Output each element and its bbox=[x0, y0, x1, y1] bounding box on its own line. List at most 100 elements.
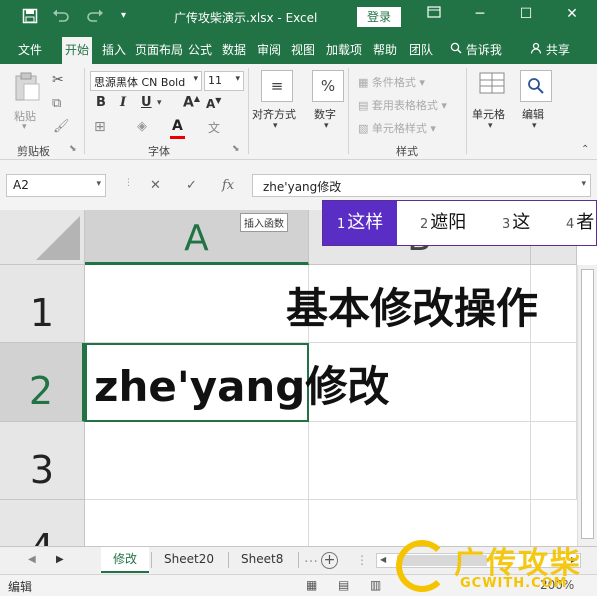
chevron-down-icon[interactable]: ▾ bbox=[273, 121, 278, 131]
page-layout-view-icon[interactable]: ▤ bbox=[338, 578, 349, 592]
alignment-icon[interactable]: ≡ bbox=[261, 70, 293, 102]
font-color-icon[interactable]: A bbox=[172, 118, 183, 134]
insert-function-icon[interactable]: fx bbox=[222, 178, 234, 193]
maximize-icon[interactable]: ☐ bbox=[512, 6, 540, 22]
cell-c2[interactable] bbox=[531, 343, 577, 422]
font-launcher-icon[interactable]: ⬊ bbox=[232, 144, 240, 154]
close-icon[interactable]: ✕ bbox=[558, 6, 586, 22]
login-button[interactable]: 登录 bbox=[357, 7, 401, 27]
font-color-swatch bbox=[170, 136, 185, 139]
collapse-ribbon-icon[interactable]: ⌃ bbox=[581, 144, 589, 155]
paste-icon[interactable] bbox=[12, 72, 42, 105]
underline-dropdown-icon[interactable]: ▾ bbox=[157, 98, 162, 108]
tab-team[interactable]: 团队 bbox=[409, 41, 433, 58]
tab-page-layout[interactable]: 页面布局 bbox=[135, 41, 183, 58]
sheet-tab-modify[interactable]: 修改 bbox=[101, 547, 150, 573]
border-icon[interactable]: ⊞ bbox=[94, 119, 106, 135]
select-all-button[interactable] bbox=[0, 210, 85, 265]
formula-input[interactable]: zhe'yang修改 ▾ bbox=[252, 174, 591, 197]
clipboard-group-label: 剪贴板 bbox=[17, 145, 50, 158]
italic-button[interactable]: I bbox=[120, 95, 126, 110]
share-button[interactable]: 共享 bbox=[530, 41, 570, 58]
increase-font-icon[interactable]: A▲ bbox=[183, 94, 200, 111]
tab-home[interactable]: 开始 bbox=[62, 37, 93, 64]
tab-review[interactable]: 审阅 bbox=[257, 41, 281, 58]
tab-file[interactable]: 文件 bbox=[18, 41, 42, 58]
chevron-down-icon[interactable]: ▾ bbox=[324, 121, 329, 131]
tell-me-search[interactable]: 告诉我 bbox=[450, 41, 502, 58]
tab-help[interactable]: 帮助 bbox=[373, 41, 397, 58]
bold-button[interactable]: B bbox=[96, 95, 106, 110]
font-name-combo[interactable]: 思源黑体 CN Bold ▾ bbox=[90, 71, 202, 91]
normal-view-icon[interactable]: ▦ bbox=[306, 578, 317, 592]
format-as-table-button[interactable]: ▤ 套用表格格式 ▾ bbox=[358, 97, 447, 113]
cell-c3[interactable] bbox=[531, 422, 577, 500]
fill-color-icon[interactable]: ◈ bbox=[137, 119, 147, 134]
redo-icon[interactable] bbox=[86, 8, 104, 26]
chevron-down-icon[interactable]: ▾ bbox=[488, 121, 493, 131]
ribbon-display-options-icon[interactable] bbox=[420, 6, 448, 22]
clipboard-launcher-icon[interactable]: ⬊ bbox=[69, 144, 77, 154]
ime-candidate-4[interactable]: 4者 bbox=[566, 201, 594, 245]
save-icon[interactable] bbox=[22, 8, 38, 28]
undo-icon[interactable] bbox=[52, 8, 70, 26]
row-header-2[interactable]: 2 bbox=[0, 343, 85, 422]
font-size-combo[interactable]: 11 ▾ bbox=[204, 71, 244, 91]
copy-icon[interactable]: ⧉ bbox=[52, 96, 61, 111]
scroll-right-icon[interactable]: ▶ bbox=[571, 555, 577, 564]
horizontal-scroll-thumb[interactable] bbox=[397, 555, 487, 566]
ribbon-separator bbox=[348, 68, 349, 154]
vertical-scroll-thumb[interactable] bbox=[581, 269, 594, 539]
tab-formulas[interactable]: 公式 bbox=[188, 41, 212, 58]
cancel-icon[interactable]: ✕ bbox=[150, 178, 161, 193]
cell-styles-button[interactable]: ▧ 单元格样式 ▾ bbox=[358, 120, 436, 136]
cut-icon[interactable]: ✂ bbox=[52, 72, 64, 88]
number-format-icon[interactable]: % bbox=[312, 70, 344, 102]
cell-b3[interactable] bbox=[309, 422, 531, 500]
cells-icon[interactable] bbox=[476, 70, 508, 102]
phonetic-icon[interactable]: 文 bbox=[208, 119, 220, 136]
vertical-scrollbar[interactable] bbox=[577, 265, 597, 546]
tab-view[interactable]: 视图 bbox=[291, 41, 315, 58]
zoom-level[interactable]: 200% bbox=[540, 578, 574, 592]
conditional-formatting-label: 条件格式 bbox=[371, 76, 416, 89]
page-break-view-icon[interactable]: ▥ bbox=[370, 578, 381, 592]
cell-a3[interactable] bbox=[85, 422, 309, 500]
ime-candidate-2[interactable]: 2 遮阳 bbox=[420, 201, 466, 245]
scroll-tabs-left-icon[interactable]: ◀ bbox=[28, 554, 36, 565]
editing-search-icon[interactable] bbox=[520, 70, 552, 102]
alignment-label: 对齐方式 bbox=[252, 108, 296, 121]
minimize-icon[interactable]: ─ bbox=[466, 6, 494, 22]
decrease-font-icon[interactable]: A▼ bbox=[206, 96, 221, 111]
enter-icon[interactable]: ✓ bbox=[186, 178, 197, 193]
format-painter-icon[interactable]: 🖌 bbox=[53, 119, 70, 134]
paste-dropdown-icon[interactable]: ▾ bbox=[22, 122, 27, 132]
tab-insert[interactable]: 插入 bbox=[102, 41, 126, 58]
customize-quick-access-icon[interactable]: ▾ bbox=[121, 10, 126, 21]
tab-data[interactable]: 数据 bbox=[222, 41, 246, 58]
horizontal-scrollbar[interactable]: ◀ ▶ bbox=[376, 553, 581, 568]
cell-b4[interactable] bbox=[309, 500, 531, 546]
name-box[interactable]: A2 ▾ bbox=[6, 174, 106, 197]
sheet-tab-sheet20[interactable]: Sheet20 bbox=[152, 547, 226, 573]
scroll-left-icon[interactable]: ◀ bbox=[380, 555, 386, 564]
conditional-formatting-button[interactable]: ▦ 条件格式 ▾ bbox=[358, 74, 425, 90]
add-sheet-icon[interactable]: + bbox=[321, 552, 338, 569]
ime-candidate-1[interactable]: 1 这样 bbox=[323, 201, 398, 245]
conditional-format-icon: ▦ bbox=[358, 76, 369, 89]
row-header-1[interactable]: 1 bbox=[0, 265, 85, 343]
expand-formula-icon[interactable]: ▾ bbox=[581, 179, 586, 189]
underline-button[interactable]: U bbox=[141, 95, 152, 110]
row-header-3[interactable]: 3 bbox=[0, 422, 85, 500]
scroll-tabs-right-icon[interactable]: ▶ bbox=[56, 554, 64, 565]
row-header-4[interactable]: 4 bbox=[0, 500, 85, 546]
cell-a4[interactable] bbox=[85, 500, 309, 546]
sheet-tab-sheet8[interactable]: Sheet8 bbox=[229, 547, 295, 573]
cell-a1[interactable] bbox=[85, 265, 309, 343]
tab-split-handle-icon[interactable]: ⋮ bbox=[356, 553, 368, 567]
tab-addins[interactable]: 加载项 bbox=[326, 41, 362, 58]
chevron-down-icon[interactable]: ▾ bbox=[532, 121, 537, 131]
font-size-value: 11 bbox=[208, 74, 222, 87]
more-sheets-icon[interactable]: … bbox=[304, 550, 318, 566]
ime-candidate-3[interactable]: 3这 bbox=[502, 201, 530, 245]
